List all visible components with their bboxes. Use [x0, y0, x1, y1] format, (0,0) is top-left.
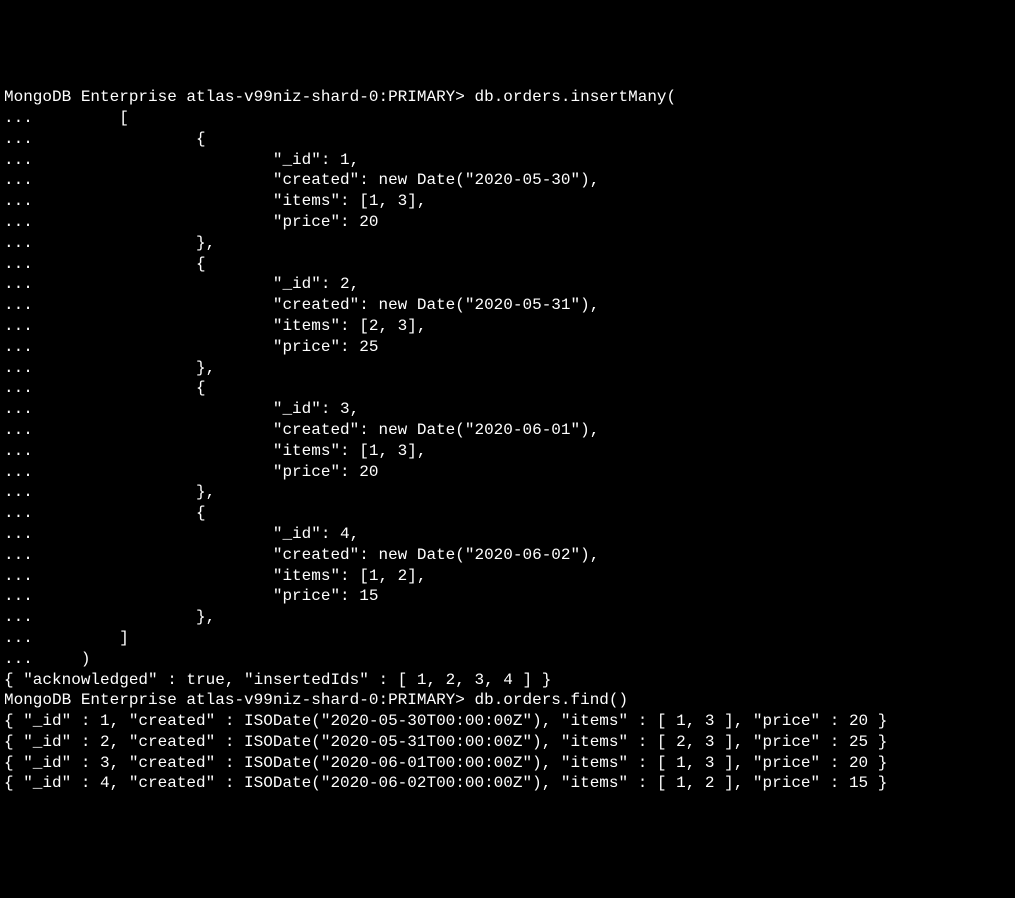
- find-result-row: { "_id" : 3, "created" : ISODate("2020-0…: [4, 753, 1011, 774]
- terminal-line-prompt-insert[interactable]: MongoDB Enterprise atlas-v99niz-shard-0:…: [4, 87, 1011, 108]
- insert-body-line: ... "_id": 3,: [4, 399, 1011, 420]
- insert-body-line: ... "created": new Date("2020-06-02"),: [4, 545, 1011, 566]
- insert-response: { "acknowledged" : true, "insertedIds" :…: [4, 670, 1011, 691]
- insert-body-line: ... },: [4, 233, 1011, 254]
- insert-body-line: ... "items": [2, 3],: [4, 316, 1011, 337]
- insert-body-line: ... "_id": 1,: [4, 150, 1011, 171]
- shell-prompt: MongoDB Enterprise atlas-v99niz-shard-0:…: [4, 691, 465, 709]
- insert-body-line: ... "price": 20: [4, 212, 1011, 233]
- insert-body-line: ... "price": 15: [4, 586, 1011, 607]
- insert-body-line: ... "created": new Date("2020-05-31"),: [4, 295, 1011, 316]
- insert-body-line: ... "price": 25: [4, 337, 1011, 358]
- insert-body-line: ... ): [4, 649, 1011, 670]
- terminal-line-prompt-find[interactable]: MongoDB Enterprise atlas-v99niz-shard-0:…: [4, 690, 1011, 711]
- insert-body-line: ... "items": [1, 3],: [4, 441, 1011, 462]
- find-result-row: { "_id" : 4, "created" : ISODate("2020-0…: [4, 773, 1011, 794]
- insert-body-line: ... "items": [1, 2],: [4, 566, 1011, 587]
- insert-body-line: ... {: [4, 378, 1011, 399]
- insert-body-line: ... "created": new Date("2020-06-01"),: [4, 420, 1011, 441]
- insert-body-line: ... },: [4, 358, 1011, 379]
- insert-body-line: ... "_id": 4,: [4, 524, 1011, 545]
- insert-body-line: ... ]: [4, 628, 1011, 649]
- insert-command: db.orders.insertMany(: [474, 88, 676, 106]
- insert-body-line: ... "created": new Date("2020-05-30"),: [4, 170, 1011, 191]
- insert-body-line: ... {: [4, 503, 1011, 524]
- insert-body-line: ... [: [4, 108, 1011, 129]
- insert-body-line: ... },: [4, 482, 1011, 503]
- find-result-row: { "_id" : 2, "created" : ISODate("2020-0…: [4, 732, 1011, 753]
- insert-body-line: ... "price": 20: [4, 462, 1011, 483]
- find-command: db.orders.find(): [474, 691, 628, 709]
- insert-body-line: ... "items": [1, 3],: [4, 191, 1011, 212]
- insert-body-line: ... {: [4, 254, 1011, 275]
- insert-body-line: ... "_id": 2,: [4, 274, 1011, 295]
- insert-body-line: ... },: [4, 607, 1011, 628]
- shell-prompt: MongoDB Enterprise atlas-v99niz-shard-0:…: [4, 88, 465, 106]
- find-result-row: { "_id" : 1, "created" : ISODate("2020-0…: [4, 711, 1011, 732]
- insert-body-line: ... {: [4, 129, 1011, 150]
